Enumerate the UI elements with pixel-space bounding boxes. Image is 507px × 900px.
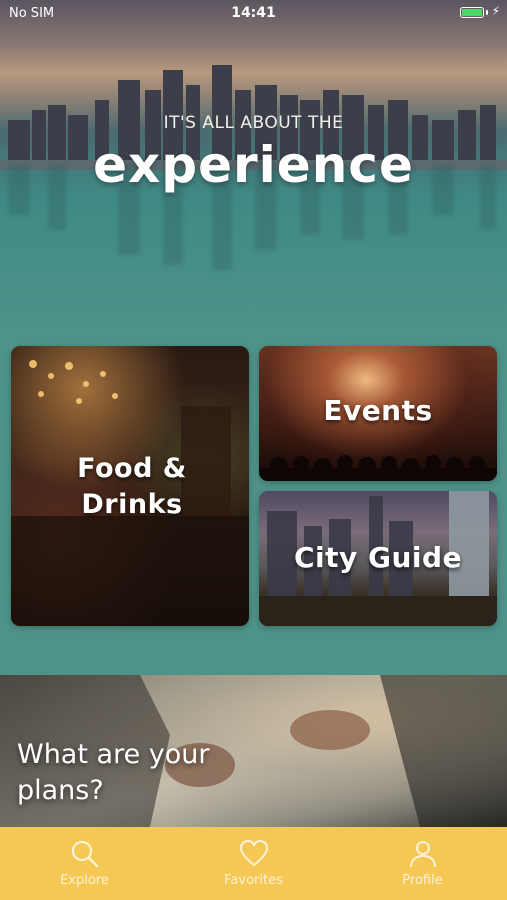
category-card-food-drinks[interactable]: Food & Drinks [11, 346, 249, 626]
category-card-events[interactable]: Events [259, 346, 497, 481]
search-icon [71, 840, 99, 868]
battery-icon [460, 7, 484, 18]
tab-explore-label: Explore [60, 873, 109, 888]
status-bar: No SIM 14:41 ⚡ [0, 0, 507, 28]
plans-prompt: What are your plans? [17, 737, 209, 809]
tab-profile[interactable]: Profile [338, 827, 507, 900]
person-icon [410, 841, 436, 868]
charging-bolt-icon: ⚡ [491, 4, 500, 18]
plans-prompt-line2: plans? [17, 775, 104, 806]
clock: 14:41 [231, 5, 276, 21]
tab-profile-label: Profile [402, 873, 443, 888]
plans-prompt-line1: What are your [17, 739, 210, 770]
category-card-city-guide[interactable]: City Guide [259, 491, 497, 626]
hero-subtitle: IT'S ALL ABOUT THE [163, 113, 344, 133]
battery-tip [486, 10, 488, 15]
hero-title: experience [93, 136, 414, 194]
city-guide-label: City Guide [293, 541, 463, 574]
tab-explore[interactable]: Explore [0, 827, 169, 900]
food-drinks-label-line1: Food & [77, 453, 187, 484]
tab-favorites[interactable]: Favorites [169, 827, 338, 900]
food-drinks-label: Food & Drinks [67, 451, 197, 523]
food-drinks-label-line2: Drinks [81, 489, 183, 520]
events-label: Events [323, 394, 433, 427]
tab-bar: Explore Favorites Profile [0, 827, 507, 900]
heart-icon [239, 839, 269, 867]
hero-banner: IT'S ALL ABOUT THE experience [0, 0, 507, 330]
plans-banner[interactable]: What are your plans? [0, 675, 507, 827]
tab-favorites-label: Favorites [224, 873, 283, 888]
